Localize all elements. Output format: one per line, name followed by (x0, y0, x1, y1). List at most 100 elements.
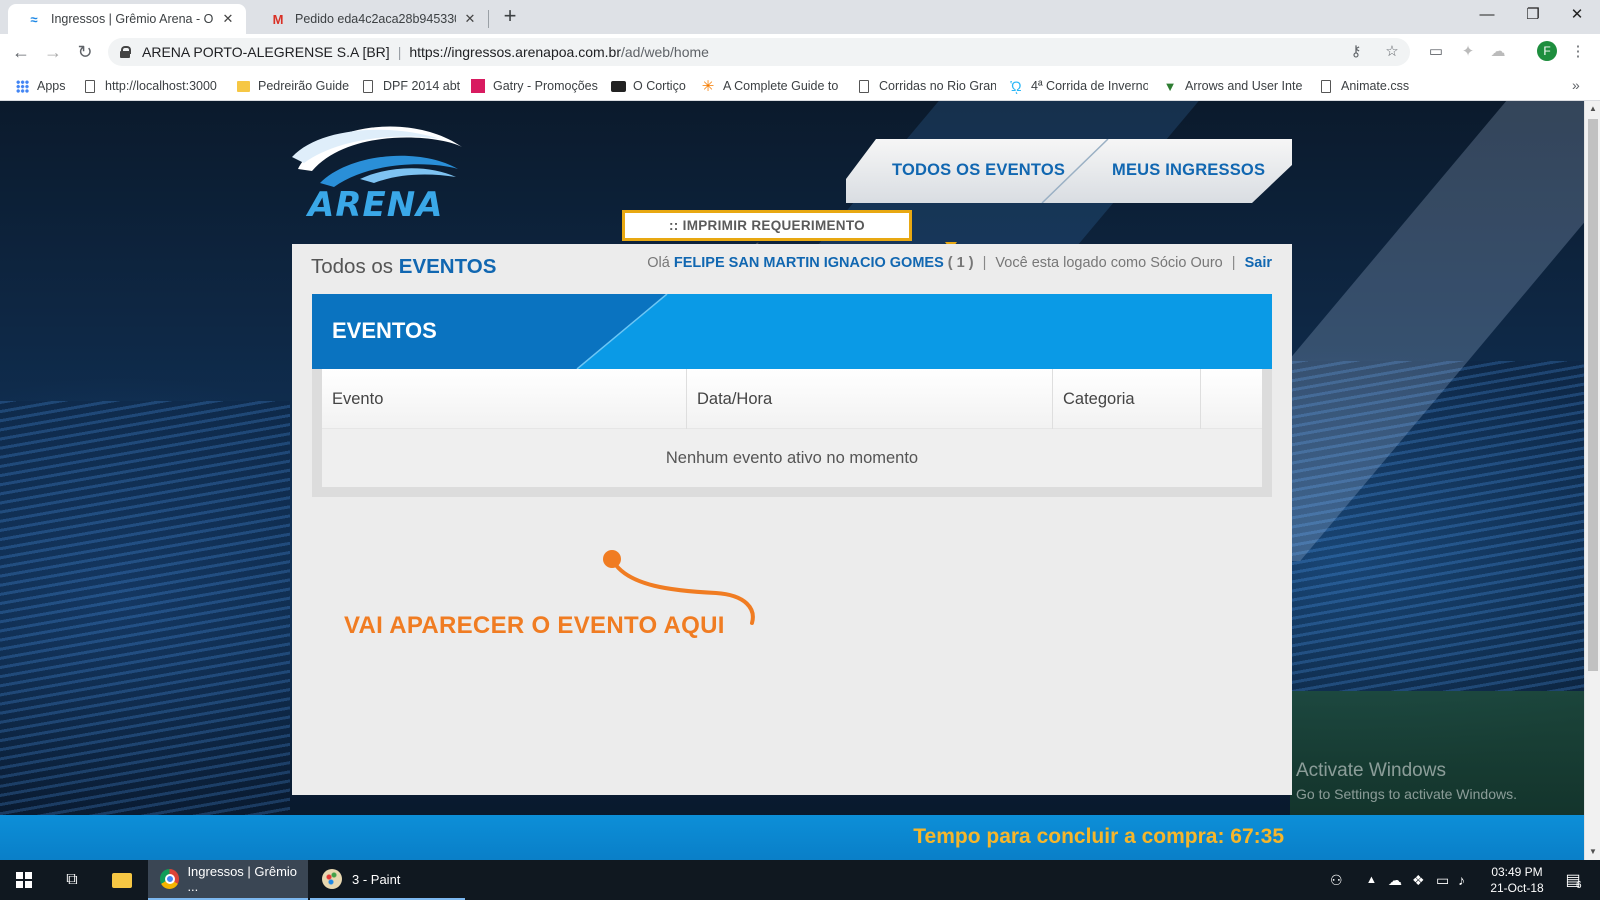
events-box: EVENTOS Evento Data/Hora Categoria Nenhu… (312, 294, 1272, 497)
bookmark-label: O Cortiço (633, 79, 686, 93)
runner-icon: ᾩ (1010, 78, 1022, 94)
onedrive-icon[interactable]: ☁ (1388, 860, 1402, 900)
restore-icon[interactable]: ❐ (1510, 0, 1556, 30)
tab-close-icon[interactable]: ✕ (220, 11, 236, 27)
arena-favicon-icon: ≈ (30, 11, 38, 27)
column-header-categoria[interactable]: Categoria (1052, 369, 1200, 429)
user-name[interactable]: FELIPE SAN MARTIN IGNACIO GOMES (674, 255, 944, 271)
browser-toolbar: ← → ↻ ARENA PORTO-ALEGRENSE S.A [BR] | h… (0, 34, 1600, 70)
more-bookmarks-icon[interactable]: » (1572, 77, 1580, 93)
address-bar[interactable]: ARENA PORTO-ALEGRENSE S.A [BR] | https:/… (108, 38, 1410, 66)
key-icon[interactable]: ⚷ (1346, 42, 1366, 62)
close-window-icon[interactable]: ✕ (1554, 0, 1600, 30)
cast-icon[interactable]: ▭ (1426, 42, 1446, 62)
column-header-evento[interactable]: Evento (322, 369, 686, 429)
windows-start-icon[interactable] (0, 860, 48, 900)
stadium-seats-left (0, 401, 290, 821)
system-clock[interactable]: 03:49 PM 21-Oct-18 (1482, 864, 1552, 896)
dropbox-icon[interactable]: ❖ (1412, 860, 1425, 900)
bookmark-label: A Complete Guide to (723, 79, 839, 93)
top-menu: TODOS OS EVENTOS MEUS INGRESSOS (846, 139, 1292, 203)
page-title-light: Todos os (311, 255, 394, 278)
user-status-line: Olá FELIPE SAN MARTIN IGNACIO GOMES ( 1 … (647, 255, 1272, 271)
column-header-data-hora[interactable]: Data/Hora (686, 369, 1052, 429)
arena-logo[interactable]: ARENA (290, 117, 466, 225)
purchase-timer: Tempo para concluir a compra: 67:35 (913, 825, 1284, 848)
tab-close-icon[interactable]: ✕ (462, 11, 478, 27)
bookmark-complete-guide[interactable]: ✳ A Complete Guide to (700, 77, 840, 95)
site-identity: ARENA PORTO-ALEGRENSE S.A [BR] (142, 44, 390, 60)
bookmark-cortico[interactable]: O Cortiço (610, 77, 686, 95)
page-icon (1318, 78, 1334, 94)
cloud-extension-icon[interactable]: ☁ (1488, 42, 1508, 62)
minimize-icon[interactable]: — (1464, 0, 1510, 30)
clock-date: 21-Oct-18 (1490, 881, 1544, 895)
bookmark-apps[interactable]: Apps (14, 77, 66, 95)
column-header-actions (1200, 369, 1262, 429)
page-icon (856, 78, 872, 94)
show-hidden-icons-icon[interactable]: ▲ (1366, 860, 1377, 900)
windows-taskbar: ⧉ Ingressos | Grêmio ... 3 - Paint ⚇ ▲ ☁… (0, 860, 1600, 900)
taskbar-app-chrome[interactable]: Ingressos | Grêmio ... (148, 860, 308, 900)
bookmark-dpf[interactable]: DPF 2014 abt (360, 77, 460, 95)
back-icon[interactable]: ← (10, 41, 32, 63)
browser-tab[interactable]: M Pedido eda4c2aca28b9453301 - ✕ (252, 4, 488, 34)
bookmark-label: Gatry - Promoções (493, 79, 598, 93)
logout-link[interactable]: Sair (1245, 255, 1272, 271)
url-path: /ad/web/home (621, 44, 709, 60)
scroll-up-icon[interactable]: ▲ (1585, 101, 1600, 117)
omnibox-divider: | (397, 44, 402, 60)
cortico-icon (610, 78, 626, 94)
table-header: Evento Data/Hora Categoria (322, 369, 1262, 429)
gatry-icon (470, 78, 486, 94)
menu-meus-ingressos[interactable]: MEUS INGRESSOS (1112, 161, 1265, 180)
bookmark-gatry[interactable]: Gatry - Promoções (470, 77, 598, 95)
bookmark-label: http://localhost:3000 (105, 79, 217, 93)
reload-icon[interactable]: ↻ (74, 41, 96, 63)
new-tab-icon[interactable]: + (498, 5, 522, 29)
network-icon[interactable]: ▭ (1436, 860, 1449, 900)
browser-tab-active[interactable]: ≈ Ingressos | Grêmio Arena - O mais ✕ (8, 4, 246, 34)
extension-icon[interactable]: ✦ (1458, 42, 1478, 62)
bookmark-star-icon[interactable]: ☆ (1382, 42, 1402, 62)
scrollbar-thumb[interactable] (1588, 119, 1598, 671)
bookmark-pedreirao[interactable]: Pedreirão Guide (235, 77, 349, 95)
gmail-icon: M (272, 11, 284, 27)
annotation-text: VAI APARECER O EVENTO AQUI (344, 612, 725, 639)
bookmark-label: Apps (37, 79, 66, 93)
print-biometric-button[interactable]: :: IMPRIMIR REQUERIMENTO BIOMÉTRICO :: (622, 210, 912, 258)
watermark-line1: Activate Windows (1296, 760, 1446, 781)
bookmark-label: 4ª Corrida de Inverno (1031, 79, 1148, 93)
chrome-icon (160, 869, 180, 889)
menu-todos-eventos[interactable]: TODOS OS EVENTOS (892, 161, 1065, 180)
scroll-down-icon[interactable]: ▼ (1585, 844, 1600, 860)
page-scrollbar[interactable]: ▲ ▼ (1584, 101, 1600, 860)
bookmark-corridas[interactable]: Corridas no Rio Gran (856, 77, 996, 95)
activate-windows-watermark: Activate Windows Go to Settings to activ… (1296, 760, 1517, 802)
people-icon[interactable]: ⚇ (1330, 860, 1343, 900)
page-title-strong: EVENTOS (398, 255, 497, 278)
browser-tab-strip: ≈ Ingressos | Grêmio Arena - O mais ✕ M … (0, 0, 1600, 34)
paint-icon (322, 869, 342, 889)
separator: | (1231, 255, 1236, 271)
task-view-icon[interactable]: ⧉ (48, 860, 96, 900)
cart-count[interactable]: ( 1 ) (948, 255, 974, 271)
file-explorer-icon[interactable] (98, 860, 146, 900)
bookmark-localhost[interactable]: http://localhost:3000 (82, 77, 218, 95)
bookmark-label: Animate.css (1341, 79, 1410, 93)
bookmark-animate[interactable]: Animate.css (1318, 77, 1409, 95)
volume-icon[interactable]: ♪ (1458, 860, 1465, 900)
bookmark-corrida-inverno[interactable]: ᾩ 4ª Corrida de Inverno (1008, 77, 1148, 95)
folder-icon (235, 78, 251, 94)
page-title: Todos os EVENTOS (311, 255, 496, 279)
taskbar-app-paint[interactable]: 3 - Paint (310, 860, 465, 900)
greeting: Olá (647, 255, 670, 271)
profile-avatar[interactable]: F (1537, 41, 1557, 61)
forward-icon[interactable]: → (42, 41, 64, 63)
bookmarks-bar: Apps http://localhost:3000 Pedreirão Gui… (0, 70, 1600, 101)
menu-kebab-icon[interactable]: ⋮ (1568, 42, 1588, 62)
bookmark-label: Pedreirão Guide (258, 79, 350, 93)
bookmark-arrows[interactable]: ▼ Arrows and User Inte (1162, 77, 1302, 95)
notification-center-icon[interactable]: ▤ 6 (1558, 860, 1588, 900)
apps-icon (14, 78, 30, 94)
